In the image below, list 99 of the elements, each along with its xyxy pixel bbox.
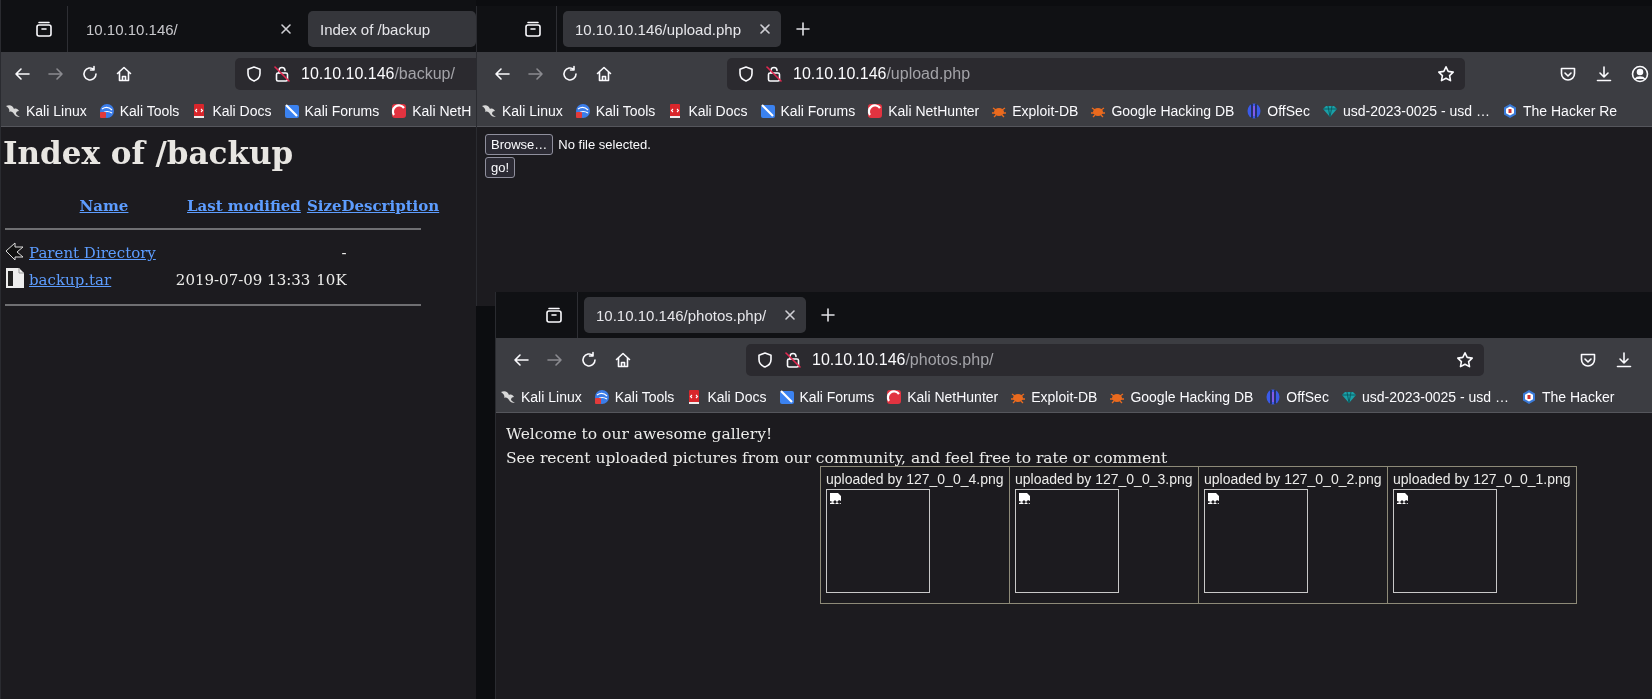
browser-tab[interactable]: 10.10.10.146/photos.php/ — [584, 297, 806, 333]
close-icon[interactable] — [759, 23, 771, 35]
star-icon[interactable] — [1456, 351, 1474, 369]
bookmark[interactable]: OffSec — [1246, 103, 1310, 119]
column-header-link[interactable]: Description — [341, 197, 440, 215]
tab-list-icon[interactable] — [545, 306, 563, 324]
home-icon[interactable] — [595, 65, 613, 83]
column-header-link[interactable]: Last modified — [187, 197, 301, 215]
reload-icon[interactable] — [580, 351, 598, 369]
shield-icon — [245, 65, 263, 83]
bookmark[interactable]: Kali Forums — [778, 389, 875, 405]
address-field[interactable]: 10.10.10.146/photos.php/ — [746, 344, 1484, 376]
bookmark[interactable]: The Hacker Re — [1502, 103, 1618, 119]
dragon-icon — [5, 103, 21, 119]
file-link[interactable]: Parent Directory — [29, 244, 156, 262]
pocket-icon[interactable] — [1579, 351, 1597, 369]
reload-icon[interactable] — [81, 65, 99, 83]
page-heading: Index of /backup — [3, 135, 294, 171]
new-tab-icon[interactable] — [795, 21, 811, 37]
column-header-link[interactable]: Size — [306, 197, 342, 215]
back-icon[interactable] — [13, 65, 31, 83]
pocket-icon[interactable] — [1559, 65, 1577, 83]
browser-tab[interactable]: 10.10.10.146/ — [74, 11, 302, 47]
bookmark[interactable]: usd-2023-0025 - usd … — [1340, 389, 1509, 405]
address-field[interactable]: 10.10.10.146/backup/ — [235, 58, 476, 90]
file-size: 10K — [316, 271, 347, 289]
bookmark[interactable]: Exploit-DB — [1010, 389, 1098, 405]
shield-icon — [756, 351, 774, 369]
address-field[interactable]: 10.10.10.146/upload.php — [727, 58, 1465, 90]
unlocked-lock-icon — [765, 65, 783, 83]
globe-icon — [574, 103, 591, 119]
file-status: No file selected. — [558, 137, 651, 152]
reload-icon[interactable] — [561, 65, 579, 83]
close-icon[interactable] — [784, 309, 796, 321]
forum-icon — [283, 103, 300, 119]
bookmark[interactable]: Kali Linux — [481, 103, 563, 119]
forum-icon — [778, 389, 795, 405]
bookmark[interactable]: Kali NetHunter — [867, 103, 980, 119]
dragon-icon — [500, 389, 516, 405]
bookmark[interactable]: Kali Tools — [98, 103, 180, 119]
close-icon[interactable] — [280, 23, 292, 35]
browser-tab[interactable]: Index of /backup — [308, 11, 476, 47]
modified-date: 2019-07-09 13:33 — [175, 271, 311, 289]
bookmark[interactable]: Kali Tools — [593, 389, 675, 405]
photo-caption: uploaded by 127_0_0_1.png — [1393, 471, 1571, 487]
bookmark[interactable]: Google Hacking DB — [1109, 389, 1254, 405]
broken-image-icon — [1207, 492, 1220, 505]
browse-button[interactable]: Browse… — [485, 134, 554, 155]
home-icon[interactable] — [614, 351, 632, 369]
back-icon[interactable] — [512, 351, 530, 369]
broken-image-icon — [829, 492, 842, 505]
star-icon[interactable] — [1437, 65, 1455, 83]
forum-icon — [759, 103, 776, 119]
gem-icon — [1340, 389, 1357, 405]
bookmark[interactable]: Exploit-DB — [991, 103, 1079, 119]
dragon-icon — [481, 103, 497, 119]
bookmark[interactable]: Kali Docs — [191, 103, 272, 119]
bookmark[interactable]: usd-2023-0025 - usd … — [1321, 103, 1490, 119]
tab-list-icon[interactable] — [524, 20, 542, 38]
unlocked-lock-icon — [273, 65, 291, 83]
bookmark[interactable]: Kali Tools — [574, 103, 656, 119]
bookmark[interactable]: Kali Forums — [283, 103, 380, 119]
broken-image-icon — [1018, 492, 1031, 505]
tab-list-icon[interactable] — [35, 20, 53, 38]
bookmark[interactable]: The Hacker — [1521, 389, 1615, 405]
bookmark[interactable]: Kali NetH — [391, 103, 472, 119]
bookmark[interactable]: Kali Linux — [5, 103, 87, 119]
bookmark[interactable]: Kali Forums — [759, 103, 856, 119]
bookmark[interactable]: Kali NetHunter — [886, 389, 999, 405]
submit-button[interactable]: go! — [485, 157, 516, 178]
column-header-link[interactable]: Name — [79, 197, 129, 215]
photo-caption: uploaded by 127_0_0_3.png — [1015, 471, 1193, 487]
download-icon[interactable] — [1615, 351, 1633, 369]
gallery-text: Welcome to our awesome gallery! — [506, 425, 773, 443]
hexagon-icon — [1502, 103, 1518, 119]
gem-icon — [1321, 103, 1338, 119]
account-icon[interactable] — [1631, 65, 1649, 83]
shield-icon — [737, 65, 755, 83]
browser-tab[interactable]: 10.10.10.146/upload.php — [563, 11, 781, 47]
unlocked-lock-icon — [784, 351, 802, 369]
bookmark[interactable]: Kali Docs — [686, 389, 767, 405]
bookmark[interactable]: Google Hacking DB — [1090, 103, 1235, 119]
back-icon[interactable] — [493, 65, 511, 83]
photo-caption: uploaded by 127_0_0_4.png — [826, 471, 1004, 487]
broken-image-icon — [1396, 492, 1409, 505]
gallery-text: See recent uploaded pictures from our community, and feel free to rate or comment — [506, 449, 1168, 467]
bookmark[interactable]: Kali Linux — [500, 389, 582, 405]
globe-icon — [593, 389, 610, 405]
home-icon[interactable] — [115, 65, 133, 83]
file-size: - — [341, 244, 347, 262]
new-tab-icon[interactable] — [820, 307, 836, 323]
hexagon-icon — [1521, 389, 1537, 405]
photo-caption: uploaded by 127_0_0_2.png — [1204, 471, 1382, 487]
tar-file-icon — [5, 267, 25, 289]
globe-icon — [98, 103, 115, 119]
download-icon[interactable] — [1595, 65, 1613, 83]
bookmark[interactable]: OffSec — [1265, 389, 1329, 405]
bookmark[interactable]: Kali Docs — [667, 103, 748, 119]
file-link[interactable]: backup.tar — [29, 271, 112, 289]
